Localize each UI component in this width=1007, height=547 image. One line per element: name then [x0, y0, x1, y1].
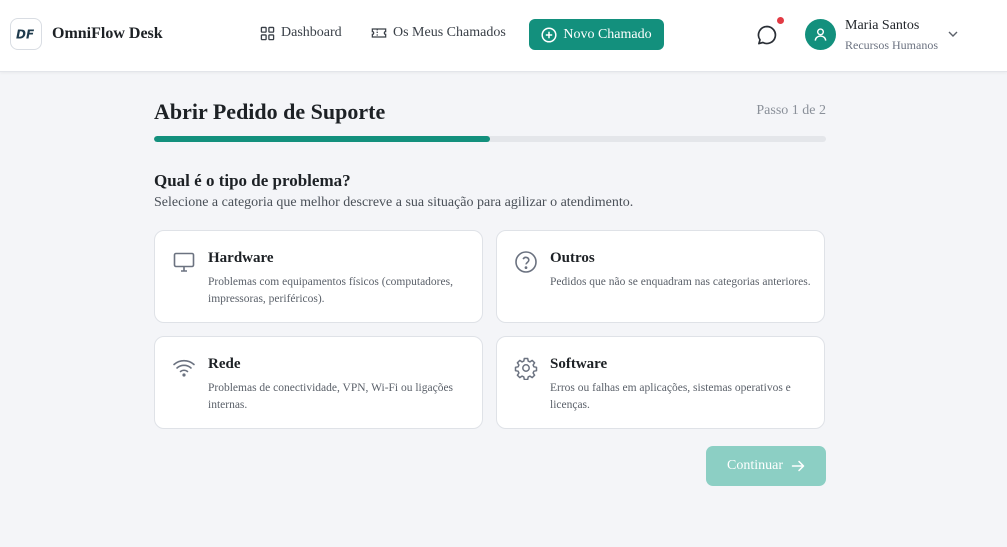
user-icon — [814, 28, 827, 41]
nav-dashboard-label: Dashboard — [281, 25, 342, 40]
category-card-hardware[interactable]: Hardware Problemas com equipamentos físi… — [154, 230, 483, 323]
ticket-icon — [371, 28, 387, 38]
nav-my-tickets-label: Os Meus Chamados — [393, 25, 506, 40]
grid-icon — [260, 26, 275, 40]
chat-bubble-icon[interactable] — [756, 24, 778, 46]
category-title: Software — [550, 356, 608, 372]
logo-icon: DF — [16, 28, 35, 42]
logo[interactable]: DF — [10, 18, 42, 50]
avatar[interactable] — [805, 19, 836, 50]
category-card-rede[interactable]: Rede Problemas de conectividade, VPN, Wi… — [154, 336, 483, 429]
brand-name: OmniFlow Desk — [52, 25, 163, 42]
progress-bar — [154, 136, 826, 142]
arrow-right-icon — [791, 460, 805, 472]
category-title: Outros — [550, 250, 595, 266]
top-navbar: DF OmniFlow Desk Dashboard Os Meus Chama… — [0, 0, 1007, 72]
page-title: Abrir Pedido de Suporte — [154, 99, 386, 124]
question-instructions: Selecione a categoria que melhor descrev… — [154, 195, 634, 210]
settings-gear-icon — [514, 357, 538, 380]
wifi-icon — [173, 359, 195, 377]
nav-dashboard[interactable]: Dashboard — [260, 25, 342, 41]
question-heading: Qual é o tipo de problema? — [154, 171, 351, 190]
user-department: Recursos Humanos — [845, 38, 938, 52]
svg-text:DF: DF — [16, 28, 35, 42]
category-description: Problemas com equipamentos físicos (comp… — [208, 276, 453, 305]
monitor-icon — [173, 252, 195, 272]
category-description: Pedidos que não se enquadram nas categor… — [550, 276, 811, 288]
user-name: Maria Santos — [845, 18, 920, 33]
continue-button[interactable]: Continuar — [706, 446, 826, 486]
category-description: Problemas de conectividade, VPN, Wi-Fi o… — [208, 382, 454, 411]
nav-my-tickets[interactable]: Os Meus Chamados — [371, 25, 506, 41]
step-indicator: Passo 1 de 2 — [756, 103, 826, 118]
category-title: Rede — [208, 356, 241, 372]
progress-fill — [154, 136, 490, 142]
category-description: Erros ou falhas em aplicações, sistemas … — [550, 382, 791, 411]
chevron-down-icon[interactable] — [947, 29, 959, 39]
new-ticket-button[interactable]: Novo Chamado — [529, 19, 664, 50]
plus-circle-icon — [541, 26, 557, 43]
new-ticket-label: Novo Chamado — [563, 26, 652, 42]
category-title: Hardware — [208, 250, 274, 266]
notification-badge — [777, 17, 784, 24]
help-circle-icon — [515, 251, 537, 273]
continue-label: Continuar — [727, 458, 783, 473]
category-card-outros[interactable]: Outros Pedidos que não se enquadram nas … — [496, 230, 825, 323]
category-card-software[interactable]: Software Erros ou falhas em aplicações, … — [496, 336, 825, 429]
